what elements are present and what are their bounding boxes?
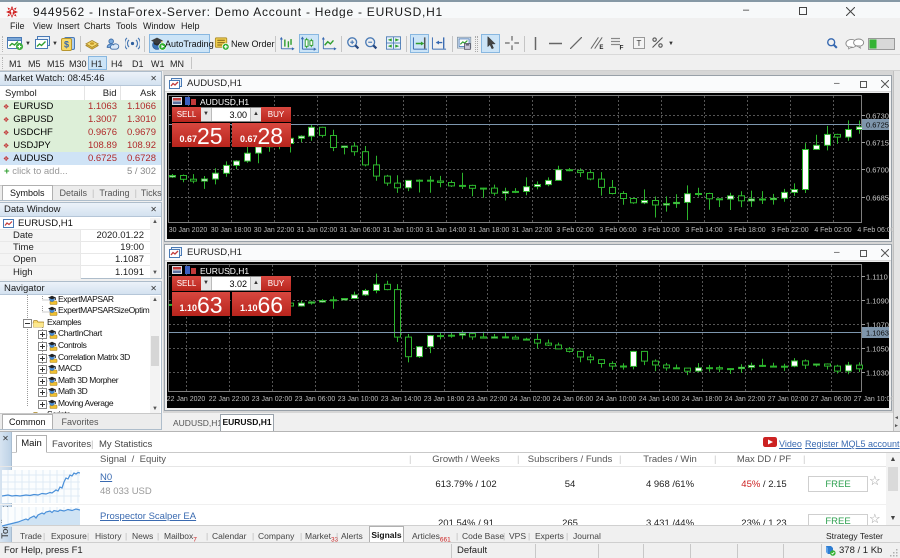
svg-text:23 Jan 18:00: 23 Jan 18:00 [424, 396, 465, 403]
svg-text:F: F [620, 45, 624, 51]
svg-text:23 Jan 02:00: 23 Jan 02:00 [252, 396, 293, 403]
svg-text:30 Jan 18:00: 30 Jan 18:00 [211, 227, 252, 234]
svg-text:0.6685: 0.6685 [866, 193, 889, 202]
svg-text:E: E [599, 44, 603, 50]
svg-text:$: $ [64, 40, 69, 50]
svg-text:4 Feb 02:00: 4 Feb 02:00 [814, 227, 851, 234]
svg-text:1.1110: 1.1110 [866, 272, 888, 281]
svg-text:22 Jan 22:00: 22 Jan 22:00 [209, 396, 250, 403]
svg-text:23 Jan 10:00: 23 Jan 10:00 [338, 396, 379, 403]
svg-text:24 Jan 02:00: 24 Jan 02:00 [510, 396, 551, 403]
svg-text:31 Jan 22:00: 31 Jan 22:00 [512, 227, 553, 234]
svg-text:T: T [637, 39, 642, 48]
svg-text:0.6725: 0.6725 [866, 121, 889, 130]
svg-text:27 Jan 02:00: 27 Jan 02:00 [768, 396, 809, 403]
svg-text:27 Jan 10:00: 27 Jan 10:00 [854, 396, 895, 403]
svg-text:31 Jan 14:00: 31 Jan 14:00 [426, 227, 467, 234]
svg-text:27 Jan 06:00: 27 Jan 06:00 [811, 396, 852, 403]
svg-text:3 Feb 18:00: 3 Feb 18:00 [728, 227, 765, 234]
svg-text:1.1090: 1.1090 [866, 296, 889, 305]
svg-text:30 Jan 2020: 30 Jan 2020 [169, 227, 208, 234]
svg-text:30 Jan 22:00: 30 Jan 22:00 [254, 227, 295, 234]
svg-text:4 Feb 06:00: 4 Feb 06:00 [857, 227, 894, 234]
svg-text:3 Feb 10:00: 3 Feb 10:00 [642, 227, 679, 234]
svg-text:24 Jan 06:00: 24 Jan 06:00 [553, 396, 594, 403]
svg-text:3 Feb 14:00: 3 Feb 14:00 [685, 227, 722, 234]
svg-text:31 Jan 18:00: 31 Jan 18:00 [469, 227, 510, 234]
svg-text:3 Feb 02:00: 3 Feb 02:00 [556, 227, 593, 234]
svg-text:1.1050: 1.1050 [866, 344, 889, 353]
svg-text:24 Jan 14:00: 24 Jan 14:00 [639, 396, 680, 403]
svg-text:1.1030: 1.1030 [866, 368, 889, 377]
svg-text:23 Jan 06:00: 23 Jan 06:00 [295, 396, 336, 403]
svg-text:31 Jan 10:00: 31 Jan 10:00 [383, 227, 424, 234]
svg-text:23 Jan 22:00: 23 Jan 22:00 [467, 396, 508, 403]
svg-text:31 Jan 06:00: 31 Jan 06:00 [340, 227, 381, 234]
svg-text:22 Jan 2020: 22 Jan 2020 [167, 396, 206, 403]
svg-text:24 Jan 22:00: 24 Jan 22:00 [725, 396, 766, 403]
svg-text:3 Feb 06:00: 3 Feb 06:00 [599, 227, 636, 234]
svg-text:0.6730: 0.6730 [866, 111, 889, 120]
svg-text:24 Jan 18:00: 24 Jan 18:00 [682, 396, 723, 403]
svg-text:23 Jan 14:00: 23 Jan 14:00 [381, 396, 422, 403]
svg-text:0.6700: 0.6700 [866, 165, 889, 174]
svg-text:24 Jan 10:00: 24 Jan 10:00 [596, 396, 637, 403]
svg-text:31 Jan 02:00: 31 Jan 02:00 [297, 227, 338, 234]
svg-text:3 Feb 22:00: 3 Feb 22:00 [771, 227, 808, 234]
svg-text:1.1063: 1.1063 [866, 329, 889, 338]
svg-text:0.6715: 0.6715 [866, 138, 889, 147]
